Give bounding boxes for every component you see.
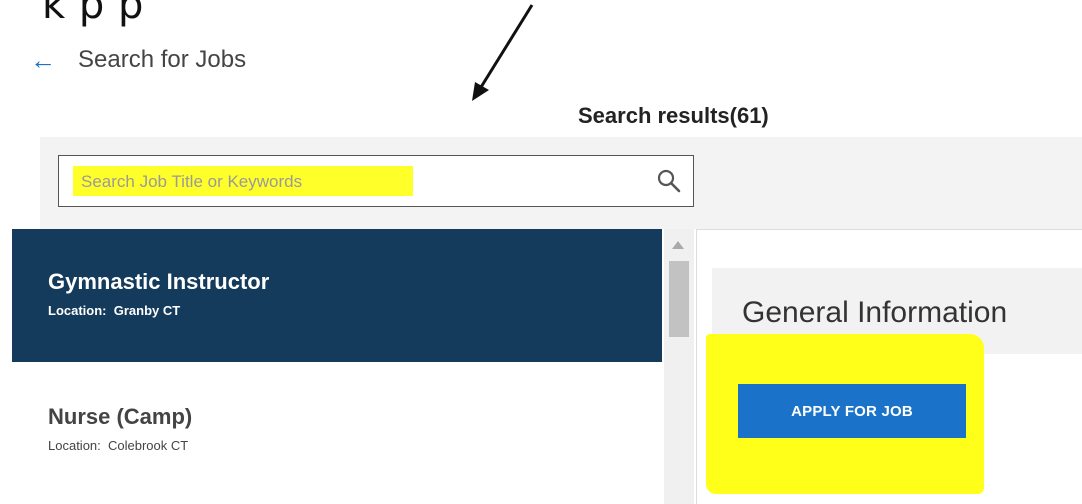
section-title: General Information — [742, 296, 1008, 329]
job-title: Gymnastic Instructor — [48, 269, 270, 294]
job-item-gymnastic-instructor[interactable]: Gymnastic Instructor Location: Granby CT — [12, 229, 662, 362]
job-location: Location: Granby CT — [48, 303, 662, 318]
job-location-label: Location: — [48, 438, 101, 453]
results-count-title: Search results(61) — [578, 103, 769, 128]
apply-for-job-button[interactable]: APPLY FOR JOB — [738, 384, 966, 438]
job-list-scrollbar[interactable] — [664, 229, 694, 504]
back-link-label: Search for Jobs — [78, 46, 247, 73]
back-link[interactable]: ← Search for Jobs — [30, 46, 246, 74]
search-box — [58, 155, 694, 207]
job-location-value: Colebrook CT — [108, 438, 189, 453]
search-icon[interactable] — [655, 167, 683, 195]
scroll-up-icon[interactable] — [672, 241, 684, 249]
job-item-nurse-camp[interactable]: Nurse (Camp) Location: Colebrook CT — [12, 362, 662, 504]
job-location-value: Granby CT — [113, 303, 181, 318]
search-input[interactable] — [79, 166, 603, 198]
arrow-left-icon: ← — [30, 45, 56, 75]
panel-divider — [696, 229, 697, 504]
job-location: Location: Colebrook CT — [48, 438, 662, 453]
job-location-label: Location: — [48, 303, 107, 318]
scroll-thumb[interactable] — [669, 261, 689, 337]
job-title: Nurse (Camp) — [48, 404, 193, 429]
job-list: Gymnastic Instructor Location: Granby CT… — [12, 229, 696, 504]
